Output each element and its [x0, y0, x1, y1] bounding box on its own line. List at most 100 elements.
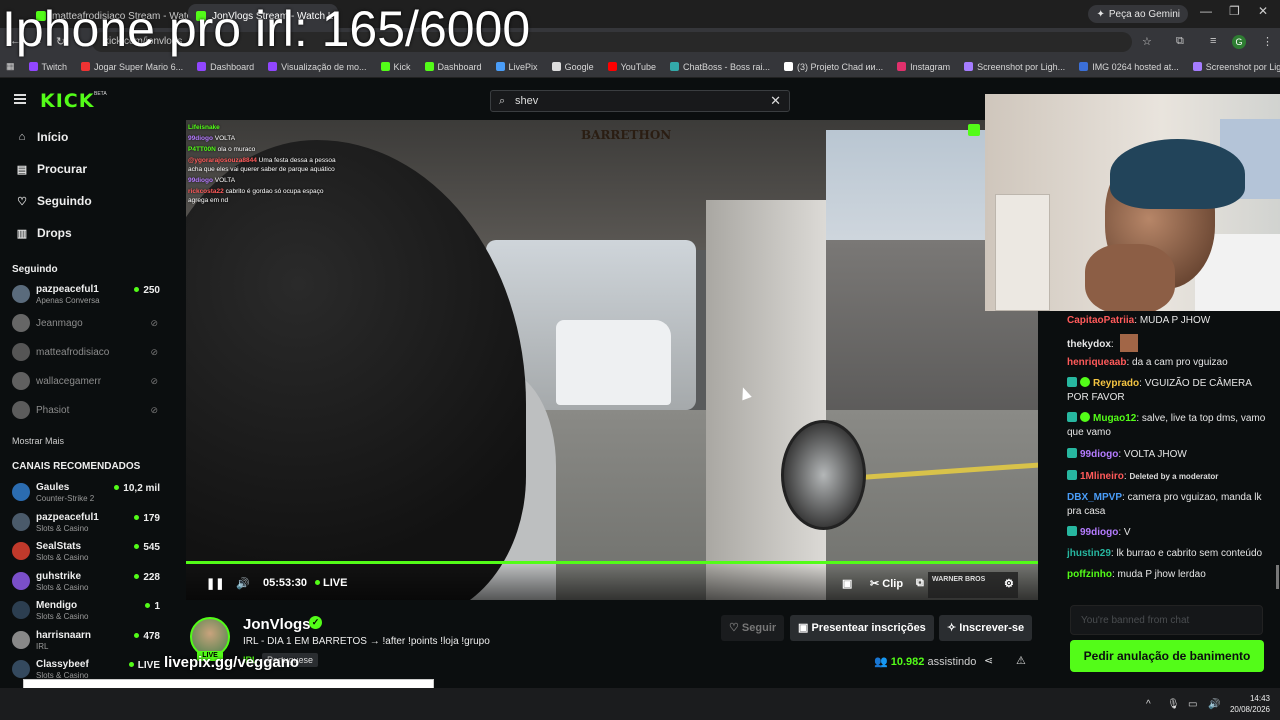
chat-username[interactable]: CapitaoPatriia — [1067, 315, 1134, 326]
bookmark-item[interactable]: Dashboard — [197, 62, 254, 72]
minimize-icon[interactable]: — — [1200, 4, 1212, 18]
chat-scrollbar[interactable] — [1276, 565, 1279, 589]
chat-username[interactable]: 1Mlineiro — [1080, 471, 1124, 482]
nav-label: Seguindo — [37, 194, 92, 208]
star-icon: ✧ — [947, 622, 960, 634]
bookmark-item[interactable]: Google — [551, 62, 594, 72]
bookmark-item[interactable]: Visualização de mo... — [268, 62, 367, 72]
channel-category: IRL — [36, 641, 49, 651]
recommended-channel[interactable]: SealStats Slots & Casino 545 — [12, 539, 160, 565]
bookmark-item[interactable]: Instagram — [897, 62, 950, 72]
chat-username[interactable]: Reyprado — [1093, 378, 1139, 389]
gemini-button[interactable]: ✦ Peça ao Gemini — [1088, 5, 1188, 23]
following-channel[interactable]: matteafrodisiaco ⊘ — [12, 340, 160, 366]
media-icon[interactable]: ≡ — [1210, 35, 1216, 47]
following-channel[interactable]: pazpeaceful1 Apenas Conversa 250 — [12, 282, 160, 308]
pip-icon[interactable]: ⧉ — [916, 577, 924, 590]
bookmark-item[interactable]: Kick — [380, 61, 411, 72]
follow-button[interactable]: ♡ Seguir — [721, 615, 785, 641]
bookmark-label: Twitch — [41, 61, 68, 72]
request-unban-button[interactable]: Pedir anulação de banimento — [1070, 640, 1264, 672]
following-channel[interactable]: Phasiot ⊘ — [12, 398, 160, 424]
bookmark-item[interactable]: LivePix — [495, 62, 538, 72]
menu-icon[interactable]: ⋮ — [1262, 35, 1273, 48]
chat-username[interactable]: 99diogo — [1080, 449, 1118, 460]
speaker-icon[interactable]: 🔊 — [1208, 699, 1220, 710]
gift-subs-button[interactable]: ▣ Presentear inscrições — [790, 615, 934, 641]
extensions-icon[interactable]: ⧉ — [1176, 35, 1184, 48]
volume-icon[interactable]: 🔊 — [236, 577, 250, 590]
video-player[interactable]: BARRETHON Lifeisnake 99diogo VOLTA P4TT00… — [186, 120, 1038, 600]
sidebar-nav-3[interactable]: ▥ Drops — [16, 223, 72, 243]
channel-name: Gaules — [36, 482, 70, 493]
channel-avatar-icon — [12, 660, 30, 678]
apps-icon[interactable]: ▦ — [6, 61, 15, 72]
chat-username[interactable]: thekydox — [1067, 339, 1111, 350]
bookmark-item[interactable]: Jogar Super Mario 6... — [81, 62, 183, 72]
chat-username[interactable]: DBX_MPVP — [1067, 492, 1122, 503]
bookmark-label: Instagram — [910, 61, 951, 72]
settings-gear-icon[interactable]: ⚙ — [1004, 577, 1014, 590]
recommended-channel[interactable]: pazpeaceful1 Slots & Casino 179 — [12, 510, 160, 536]
bookmark-item[interactable]: Twitch — [28, 61, 68, 72]
video-chat-user: rickcosta22 — [188, 188, 224, 195]
clip-button[interactable]: ✂ Clip — [870, 577, 903, 590]
share-icon[interactable]: ⋖ — [984, 654, 993, 667]
channel-name[interactable]: JonVlogs — [243, 616, 311, 633]
bookmark-item[interactable]: YouTube — [607, 62, 656, 72]
chat-username[interactable]: Mugao12 — [1093, 413, 1136, 424]
live-dot-icon — [315, 580, 320, 585]
bookmark-favicon-icon — [81, 62, 91, 71]
bookmark-item[interactable]: ChatBoss - Boss rai... — [669, 62, 770, 72]
bookmark-item[interactable]: Dashboard — [424, 62, 482, 72]
show-more-link[interactable]: Mostrar Mais — [12, 436, 64, 446]
recommended-channel[interactable]: Mendigo Slots & Casino 1 — [12, 598, 160, 624]
channel-avatar-icon — [12, 372, 30, 390]
following-channel[interactable]: Jeanmago ⊘ — [12, 311, 160, 337]
chat-input[interactable]: You're banned from chat — [1070, 605, 1263, 635]
pause-icon[interactable]: ❚❚ — [206, 577, 224, 590]
bookmark-item[interactable]: (3) Projeto Chad ии... — [784, 62, 883, 72]
microphone-icon[interactable]: 🎙 — [1167, 699, 1180, 710]
bookmark-label: Kick — [393, 61, 411, 72]
sidebar-nav-0[interactable]: ⌂ Início — [16, 127, 69, 147]
recommended-channel[interactable]: guhstrike Slots & Casino 228 — [12, 569, 160, 595]
subscribe-button[interactable]: ✧ Inscrever-se — [939, 615, 1033, 641]
theater-mode-icon[interactable]: ▣ — [842, 577, 852, 590]
bookmark-item[interactable]: IMG 0264 hosted at... — [1079, 62, 1179, 72]
recommended-channel[interactable]: harrisnaarn IRL 478 — [12, 628, 160, 654]
kick-logo[interactable]: KICK — [40, 90, 94, 112]
tray-chevron-icon[interactable]: ^ — [1146, 699, 1151, 710]
clear-search-icon[interactable]: ✕ — [770, 93, 781, 109]
report-icon[interactable]: ⚠ — [1016, 654, 1026, 667]
bookmark-item[interactable]: Screenshot por Ligh... — [964, 62, 1065, 72]
search-input[interactable]: ⌕ shev ✕ — [490, 90, 790, 112]
restore-icon[interactable]: ❐ — [1229, 4, 1240, 18]
chat-username[interactable]: poffzinho — [1067, 569, 1112, 580]
channel-name: harrisnaarn — [36, 629, 92, 641]
channel-avatar-icon — [12, 571, 30, 590]
channel-category: Slots & Casino — [36, 582, 89, 592]
sidebar-nav-2[interactable]: ♡ Seguindo — [16, 191, 92, 211]
profile-avatar[interactable]: G — [1232, 35, 1246, 49]
live-label: LIVE — [323, 577, 348, 589]
chat-panel: CapitaoPatriia: MUDA P JHOW thekydox: hen… — [1054, 311, 1280, 599]
sidebar-nav-1[interactable]: ▤ Procurar — [16, 159, 87, 179]
menu-hamburger-icon[interactable] — [14, 94, 26, 104]
subscriber-badge-icon — [1067, 412, 1077, 422]
close-window-icon[interactable]: ✕ — [1258, 4, 1268, 18]
taskbar-clock[interactable]: 14:43 20/08/2026 — [1226, 693, 1270, 715]
chat-username[interactable]: 99diogo — [1080, 527, 1118, 538]
chat-username[interactable]: jhustin29 — [1067, 548, 1111, 559]
network-icon[interactable]: ▭ — [1188, 699, 1197, 710]
chat-message: jhustin29: lk burrao e cabrito sem conte… — [1067, 548, 1263, 559]
bookmark-favicon-icon — [495, 62, 505, 71]
recommended-channel[interactable]: Gaules Counter-Strike 2 10,2 mil — [12, 480, 160, 506]
bookmarks-bar: ▦ Twitch Jogar Super Mario 6... Dashboard V… — [0, 56, 1280, 78]
channel-avatar-icon — [12, 601, 30, 619]
video-chat-user: 99diogo — [188, 135, 213, 142]
bookmark-item[interactable]: Screenshot por Ligh... — [1192, 62, 1280, 72]
bookmark-star-icon[interactable]: ☆ — [1142, 35, 1152, 48]
chat-username[interactable]: henriqueaab — [1067, 357, 1126, 368]
following-channel[interactable]: wallacegamerr ⊘ — [12, 369, 160, 395]
